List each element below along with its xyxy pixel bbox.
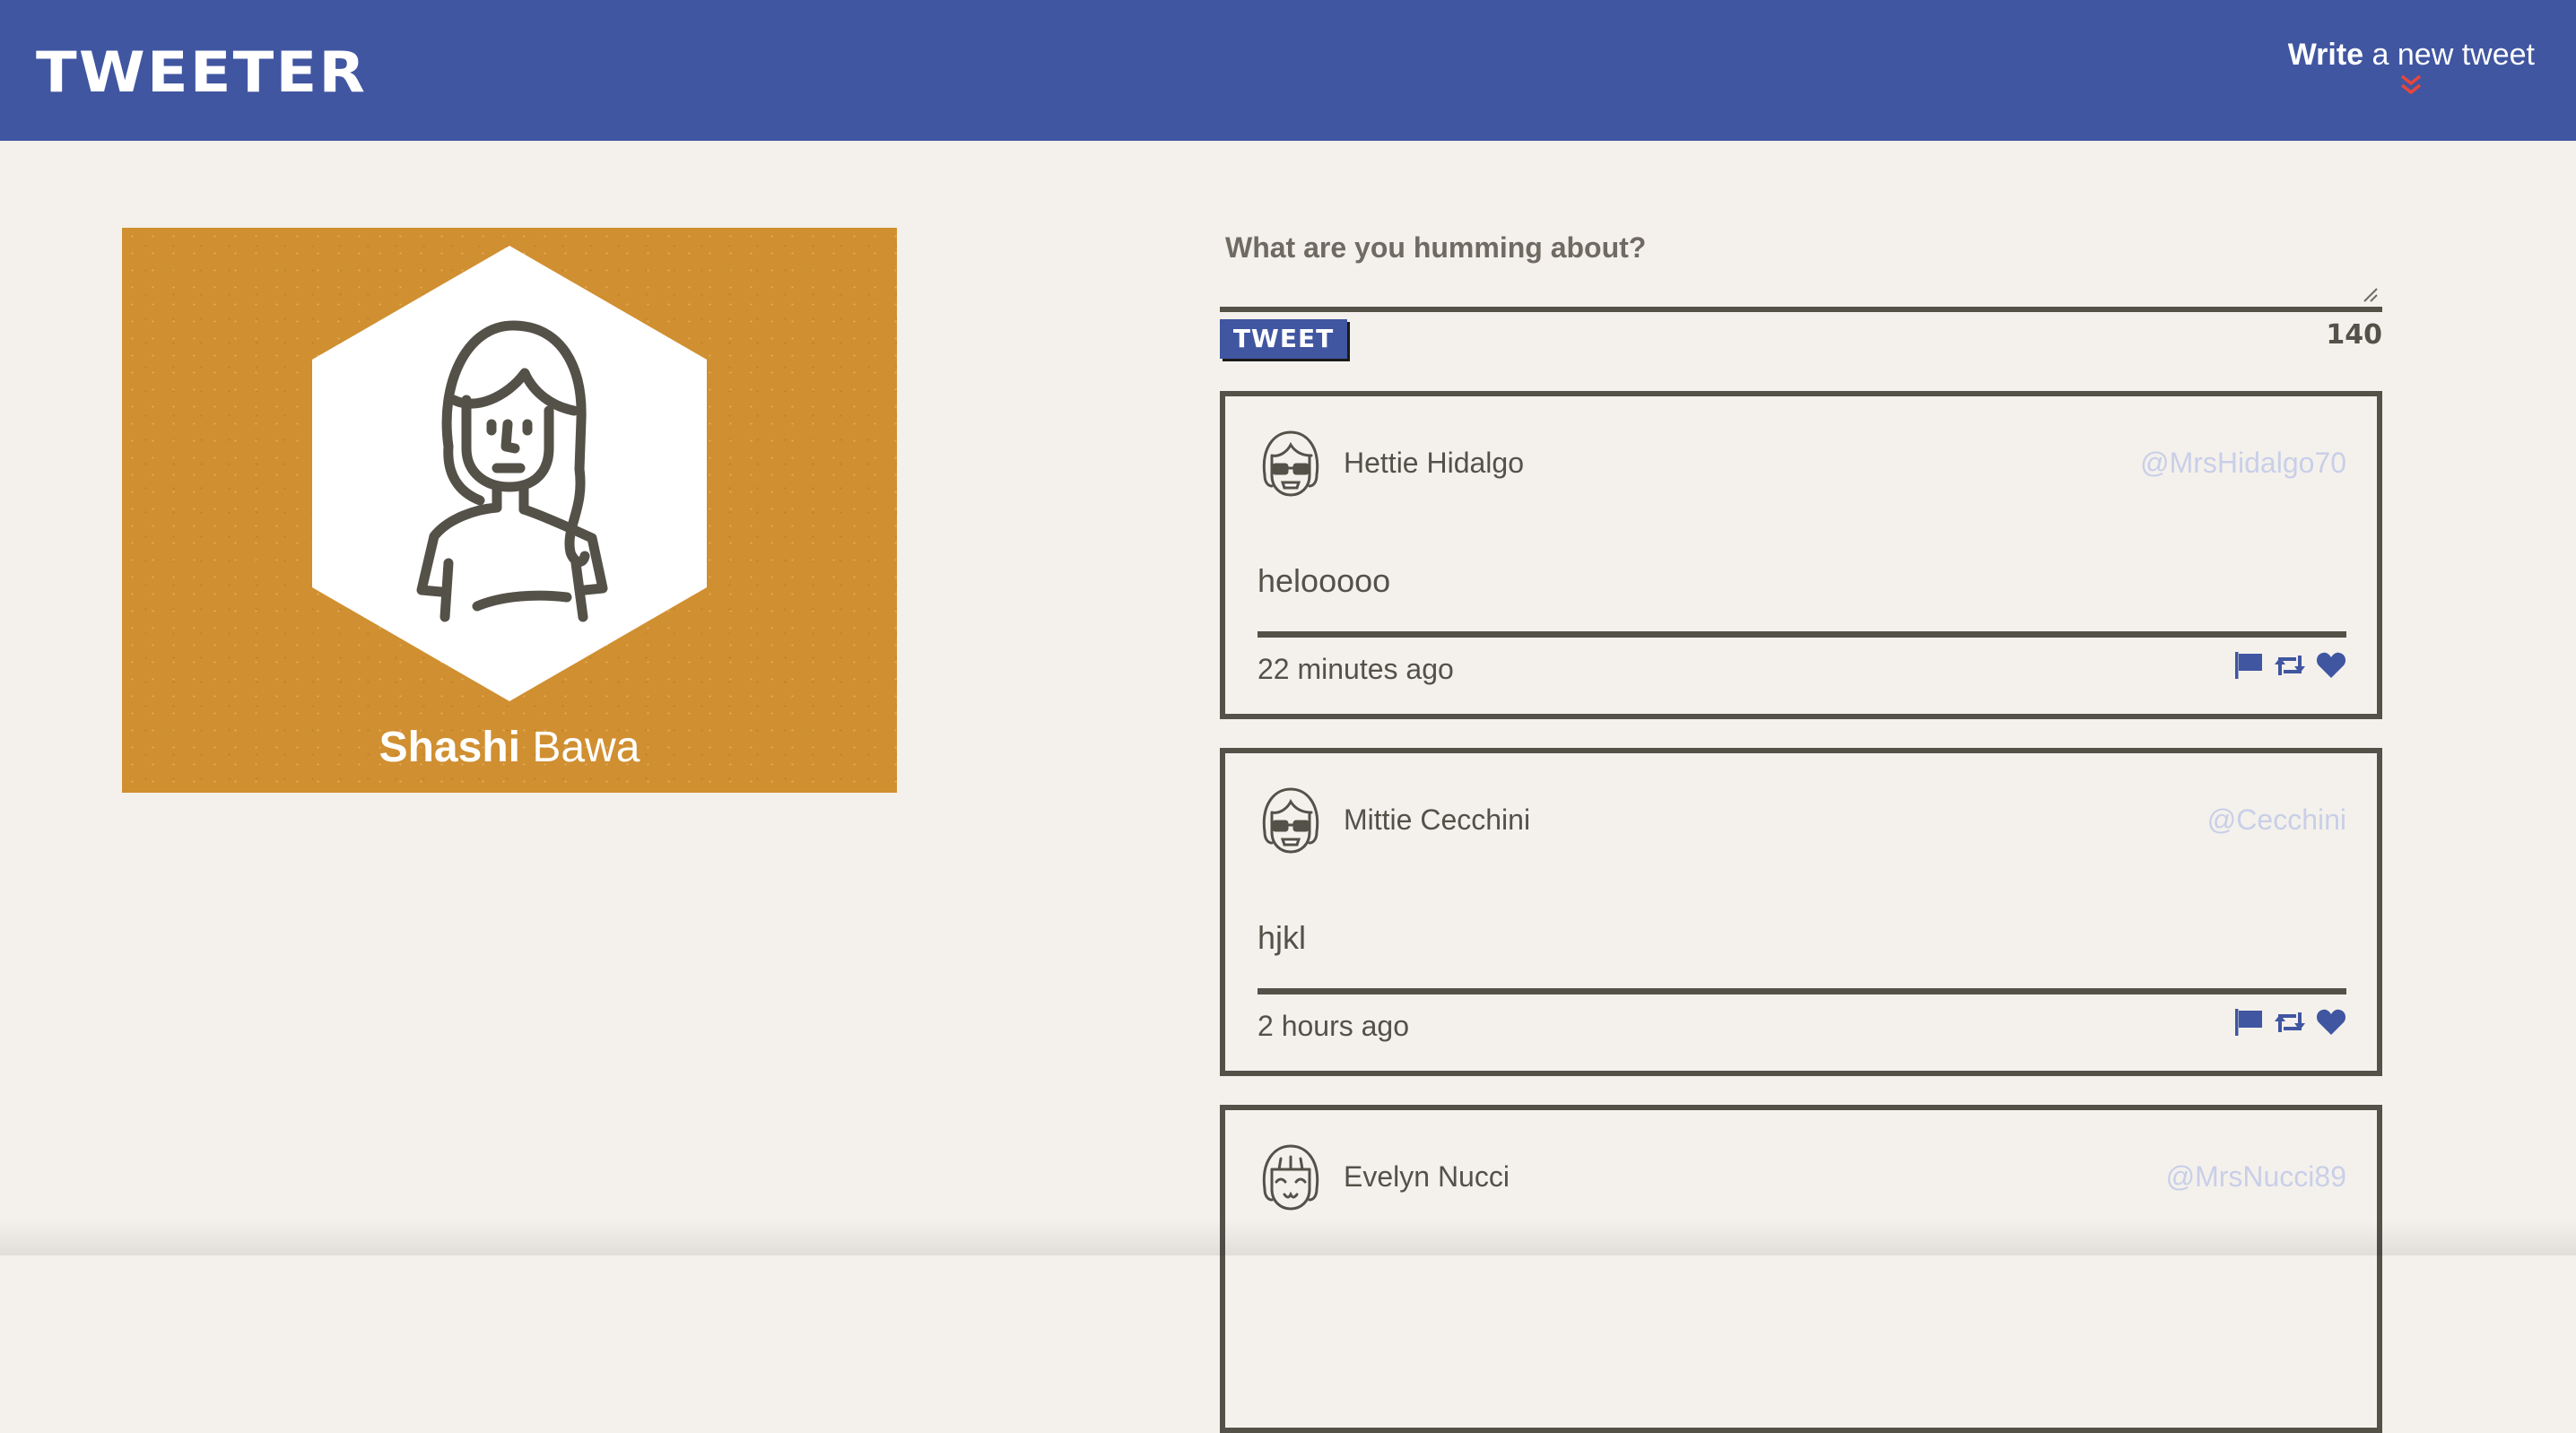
tweet-author-name: Evelyn Nucci — [1344, 1160, 1510, 1193]
tweet-actions — [2233, 1008, 2346, 1037]
profile-first-name: Shashi — [379, 724, 520, 771]
tweet-content: hjkl — [1258, 919, 1307, 956]
heart-icon[interactable] — [2316, 652, 2346, 679]
tweet-content: helooooo — [1258, 562, 1391, 599]
tweet-text-input[interactable] — [1223, 230, 2375, 287]
tweet-timestamp: 22 minutes ago — [1258, 653, 1454, 685]
character-counter: 140 — [2326, 319, 2382, 351]
tweet-divider — [1258, 988, 2346, 994]
brand-logo[interactable]: TWEETER — [36, 41, 367, 104]
write-label-bold: Write — [2287, 38, 2364, 72]
tweet-author-name: Hettie Hidalgo — [1344, 447, 1524, 479]
tweet-divider — [1258, 631, 2346, 638]
tweet-timestamp: 2 hours ago — [1258, 1010, 1410, 1042]
write-label-rest: a new tweet — [2371, 38, 2535, 72]
girl-smiling-avatar-icon — [1262, 1144, 1319, 1211]
tweet-composer — [1220, 224, 2382, 312]
profile-name: Shashi Bawa — [122, 723, 897, 773]
profile-avatar — [312, 246, 707, 701]
resize-grip-icon[interactable] — [2363, 287, 2379, 303]
tweet-card: Evelyn Nucci @MrsNucci89 — [1220, 1105, 2382, 1433]
tweet-actions — [2233, 651, 2346, 680]
flag-icon[interactable] — [2233, 1008, 2264, 1037]
write-new-tweet-toggle[interactable]: Write a new tweet — [2288, 36, 2535, 97]
double-chevron-down-icon — [2401, 74, 2422, 95]
tweet-card: Hettie Hidalgo @MrsHidalgo70 helooooo 22… — [1220, 391, 2382, 719]
top-nav: TWEETER Write a new tweet — [0, 0, 2576, 141]
profile-last-name: Bawa — [532, 724, 640, 771]
tweet-author-name: Mittie Cecchini — [1344, 803, 1531, 836]
write-new-tweet-label: Write a new tweet — [2288, 36, 2535, 74]
girl-glasses-avatar-icon — [1262, 787, 1319, 854]
flag-icon[interactable] — [2233, 651, 2264, 680]
girl-glasses-avatar-icon — [1262, 430, 1319, 497]
heart-icon[interactable] — [2316, 1009, 2346, 1036]
tweet-submit-button[interactable]: TWEET — [1220, 319, 1347, 359]
tweet-author-handle[interactable]: @Cecchini — [2207, 802, 2346, 838]
retweet-icon[interactable] — [2273, 652, 2307, 679]
tweet-author-handle[interactable]: @MrsNucci89 — [2166, 1159, 2346, 1194]
retweet-icon[interactable] — [2273, 1009, 2307, 1036]
profile-card: Shashi Bawa — [122, 228, 897, 793]
tweet-card: Mittie Cecchini @Cecchini hjkl 2 hours a… — [1220, 748, 2382, 1076]
tweet-author-handle[interactable]: @MrsHidalgo70 — [2140, 445, 2346, 481]
